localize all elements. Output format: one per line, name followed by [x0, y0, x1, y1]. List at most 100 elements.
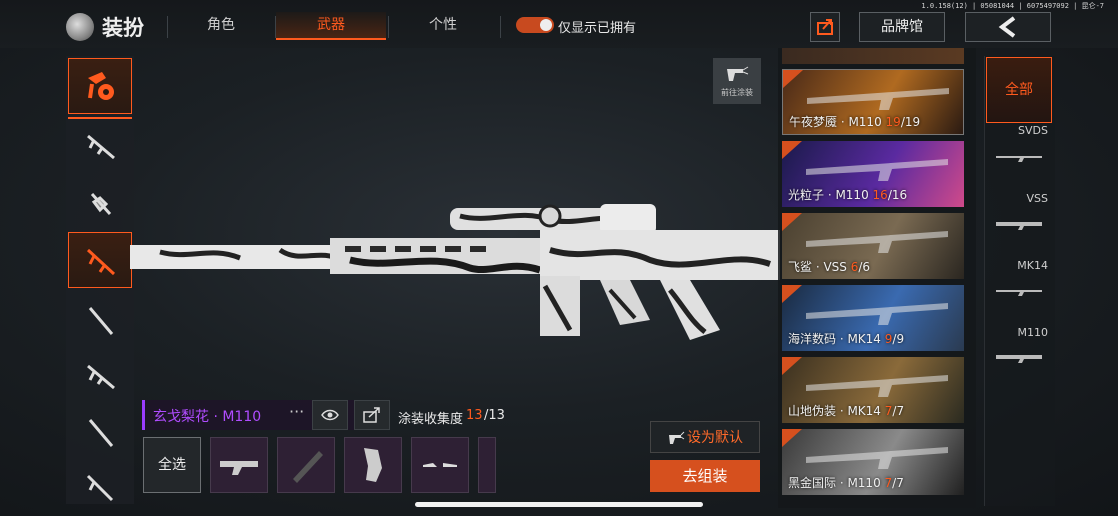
lmg-icon [86, 474, 114, 502]
spray-gun-icon [727, 66, 749, 81]
collection-total: /13 [484, 408, 505, 423]
filter-m110[interactable]: M110 [988, 326, 1049, 339]
skin-card[interactable]: 光粒子 · M110 16/16 [782, 141, 964, 207]
skin-weapon-thumbnail [806, 159, 948, 181]
skin-card-total: /9 [892, 332, 905, 346]
category-sniper-dmr[interactable] [68, 232, 132, 288]
skin-card-label: 午夜梦魇 · M110 19/19 [789, 113, 920, 130]
skin-card-total: /19 [900, 115, 921, 129]
skin-weapon-thumbnail [806, 375, 948, 397]
share-icon [363, 407, 380, 423]
smg-icon [90, 192, 112, 216]
go-paint-label: 前往涂装 [721, 87, 753, 97]
category-smg[interactable] [68, 176, 132, 232]
share-button[interactable] [810, 12, 840, 42]
share-skin-button[interactable] [354, 400, 390, 430]
skin-card[interactable]: 午夜梦魇 · M110 19/19 [782, 69, 964, 135]
filter-vss[interactable]: VSS [988, 192, 1049, 205]
divider [167, 16, 168, 38]
owned-tag-icon [782, 357, 802, 375]
skin-card-name: 光粒子 · M110 [788, 188, 873, 202]
skin-card-label: 海洋数码 · MK14 9/9 [788, 330, 904, 347]
version-text: 1.0.158(12) | 05081044 | 6075497092 | 昆仑… [921, 2, 1104, 10]
m110-icon [996, 355, 1042, 363]
skin-card-total: /7 [892, 476, 904, 490]
skin-card-owned: 16 [872, 188, 888, 202]
brand-hall-label: 品牌馆 [881, 19, 923, 35]
skin-card[interactable]: 飞鲨 · VSS 6/6 [782, 213, 964, 279]
skin-card-name: 午夜梦魇 · M110 [789, 115, 886, 129]
owned-tag-icon [782, 213, 802, 231]
weapon-preview[interactable] [130, 190, 780, 360]
category-shotgun[interactable] [68, 404, 132, 460]
part-slot-stock[interactable] [344, 437, 402, 493]
skin-weapon-thumbnail [806, 303, 948, 325]
filter-svds[interactable]: SVDS [988, 124, 1048, 137]
skin-card[interactable]: 山地伪装 · MK14 7/7 [782, 357, 964, 423]
skin-weapon-thumbnail [806, 231, 948, 253]
tab-personality[interactable]: 个性 [400, 12, 486, 38]
part-slot-barrel[interactable] [411, 437, 469, 493]
set-default-label: 设为默认 [687, 430, 743, 446]
skin-card-label: 光粒子 · M110 16/16 [788, 186, 907, 203]
tab-character[interactable]: 角色 [178, 12, 264, 38]
brand-hall-button[interactable]: 品牌馆 [859, 12, 945, 42]
skin-weapon-thumbnail [807, 88, 949, 110]
skin-card-label: 黑金国际 · M110 7/7 [788, 474, 904, 491]
set-default-button[interactable]: 设为默认 [650, 421, 760, 453]
category-rifle[interactable] [68, 348, 132, 404]
preview-button[interactable] [312, 400, 348, 430]
assemble-button[interactable]: 去组装 [650, 460, 760, 492]
sniper-rifle-icon [88, 307, 114, 335]
rifle-icon [87, 364, 115, 390]
owned-only-toggle[interactable] [516, 17, 554, 33]
skin-card-name: 黑金国际 · M110 [788, 476, 885, 490]
category-sniper-rifle[interactable] [68, 292, 132, 348]
back-button[interactable] [965, 12, 1051, 42]
skin-weapon-thumbnail [806, 447, 948, 469]
skin-card-partial[interactable] [782, 48, 964, 64]
more-options-button[interactable]: ··· [289, 402, 304, 421]
tab-weapon[interactable]: 武器 [276, 12, 386, 40]
skin-card-label: 飞鲨 · VSS 6/6 [788, 258, 870, 275]
filter-all[interactable]: 全部 [986, 57, 1052, 123]
eye-icon [321, 409, 339, 421]
sniper-dmr-icon [86, 248, 116, 276]
share-icon [817, 19, 833, 35]
skin-name: 玄戈梨花 · M110 [153, 409, 262, 425]
divider [388, 16, 389, 38]
skin-card-total: /6 [858, 260, 871, 274]
divider [500, 16, 501, 38]
skin-card-name: 海洋数码 · MK14 [788, 332, 885, 346]
stock-part-icon [364, 448, 382, 482]
mk14-icon [996, 290, 1042, 296]
part-slot-handguard[interactable] [277, 437, 335, 493]
category-assault-rifle[interactable] [68, 118, 132, 174]
skin-card[interactable]: 黑金国际 · M110 7/7 [782, 429, 964, 495]
receiver-part-icon [220, 461, 258, 475]
skin-card-name: 山地伪装 · MK14 [788, 404, 885, 418]
select-all-button[interactable]: 全选 [143, 437, 201, 493]
home-indicator [415, 502, 703, 507]
skin-card-label: 山地伪装 · MK14 7/7 [788, 402, 904, 419]
owned-tag-icon [782, 429, 802, 447]
vss-icon [996, 222, 1042, 230]
svds-icon [996, 156, 1042, 162]
category-skin[interactable] [68, 58, 132, 114]
skin-card-total: /7 [892, 404, 905, 418]
handguard-part-icon [293, 451, 323, 483]
skin-category-icon [88, 72, 114, 100]
filter-mk14[interactable]: MK14 [988, 259, 1048, 272]
barrel-part-icon [423, 463, 457, 467]
part-slot-receiver[interactable] [210, 437, 268, 493]
owned-tag-icon [782, 285, 802, 303]
category-lmg[interactable] [68, 460, 132, 516]
go-paint-button[interactable]: 前往涂装 [713, 58, 761, 104]
globe-icon [66, 13, 94, 41]
skin-card-owned: 19 [885, 115, 901, 129]
shotgun-icon [88, 419, 114, 447]
part-slot-more[interactable] [478, 437, 496, 493]
toggle-knob [540, 19, 552, 31]
owned-only-label: 仅显示已拥有 [558, 21, 637, 36]
skin-card[interactable]: 海洋数码 · MK14 9/9 [782, 285, 964, 351]
